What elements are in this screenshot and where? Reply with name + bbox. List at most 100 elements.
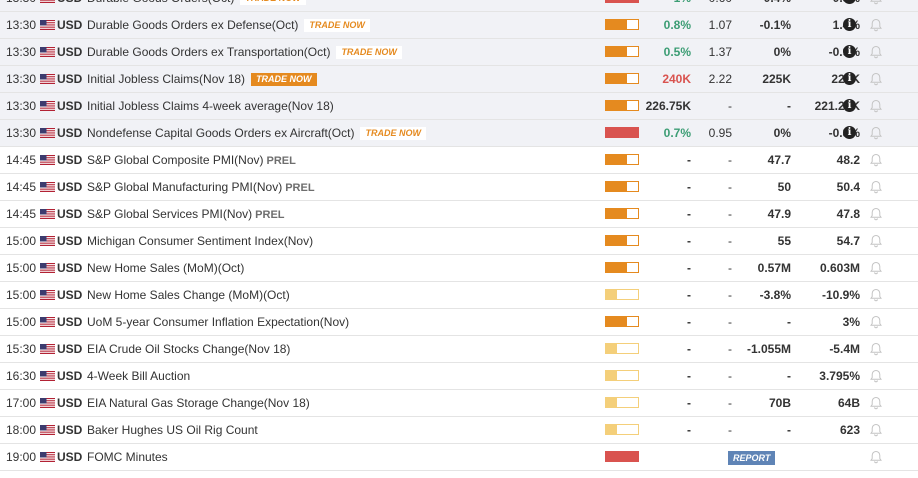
event-title[interactable]: Durable Goods Orders(Oct) <box>87 0 234 5</box>
event-consensus: 70B <box>768 396 791 410</box>
event-consensus: - <box>787 99 791 113</box>
trade-now-button[interactable]: TRADE NOW <box>304 19 370 32</box>
bell-icon[interactable] <box>869 234 883 248</box>
event-name[interactable]: Baker Hughes US Oil Rig Count <box>87 417 258 443</box>
event-title[interactable]: New Home Sales (MoM)(Oct) <box>87 261 244 275</box>
event-actual: - <box>687 180 691 194</box>
bell-icon[interactable] <box>869 315 883 329</box>
event-name[interactable]: UoM 5-year Consumer Inflation Expectatio… <box>87 309 349 335</box>
info-icon[interactable]: i <box>843 45 856 58</box>
event-row[interactable]: 16:30 USD 4-Week Bill Auction - - - 3.79… <box>0 363 918 390</box>
bell-icon[interactable] <box>869 396 883 410</box>
bell-icon[interactable] <box>869 450 883 464</box>
event-row[interactable]: 18:00 USD Baker Hughes US Oil Rig Count … <box>0 417 918 444</box>
event-row[interactable]: 14:45 USD S&P Global Manufacturing PMI(N… <box>0 174 918 201</box>
event-name[interactable]: Durable Goods Orders(Oct) TRADE NOW <box>87 0 306 11</box>
event-row[interactable]: 14:45 USD S&P Global Composite PMI(Nov) P… <box>0 147 918 174</box>
event-name[interactable]: Michigan Consumer Sentiment Index(Nov) <box>87 228 313 254</box>
bell-icon[interactable] <box>869 0 883 5</box>
event-name[interactable]: Initial Jobless Claims 4-week average(No… <box>87 93 334 119</box>
event-name[interactable]: 4-Week Bill Auction <box>87 363 190 389</box>
trade-now-button[interactable]: TRADE NOW <box>336 46 402 59</box>
event-title[interactable]: Baker Hughes US Oil Rig Count <box>87 423 258 437</box>
event-name[interactable]: New Home Sales Change (MoM)(Oct) <box>87 282 290 308</box>
event-title[interactable]: Initial Jobless Claims(Nov 18) <box>87 72 245 86</box>
event-row[interactable]: 13:30 USD Initial Jobless Claims(Nov 18)… <box>0 66 918 93</box>
event-name[interactable]: S&P Global Composite PMI(Nov) PREL <box>87 147 296 174</box>
bell-icon[interactable] <box>869 99 883 113</box>
event-title[interactable]: 4-Week Bill Auction <box>87 369 190 383</box>
info-icon[interactable]: i <box>843 99 856 112</box>
event-title[interactable]: S&P Global Services PMI(Nov) <box>87 207 252 221</box>
bell-icon[interactable] <box>869 261 883 275</box>
event-title[interactable]: UoM 5-year Consumer Inflation Expectatio… <box>87 315 349 329</box>
event-name[interactable]: S&P Global Services PMI(Nov) PREL <box>87 201 285 228</box>
bell-icon[interactable] <box>869 126 883 140</box>
event-row[interactable]: 13:30 USD Nondefense Capital Goods Order… <box>0 120 918 147</box>
event-title[interactable]: EIA Crude Oil Stocks Change(Nov 18) <box>87 342 290 356</box>
event-title[interactable]: New Home Sales Change (MoM)(Oct) <box>87 288 290 302</box>
event-name[interactable]: FOMC Minutes <box>87 444 168 470</box>
event-row[interactable]: 19:00 USD FOMC Minutes REPORT <box>0 444 918 471</box>
event-consensus: -0.1% <box>759 18 791 32</box>
event-row[interactable]: 14:45 USD S&P Global Services PMI(Nov) PR… <box>0 201 918 228</box>
us-flag-icon <box>40 398 55 408</box>
event-name[interactable]: S&P Global Manufacturing PMI(Nov) PREL <box>87 174 315 201</box>
event-row[interactable]: 15:00 USD UoM 5-year Consumer Inflation … <box>0 309 918 336</box>
event-row[interactable]: 15:00 USD New Home Sales (MoM)(Oct) - - … <box>0 255 918 282</box>
event-deviation: - <box>728 396 732 410</box>
event-previous: 3% <box>842 315 860 329</box>
event-name[interactable]: EIA Natural Gas Storage Change(Nov 18) <box>87 390 310 416</box>
event-row[interactable]: 15:30 USD EIA Crude Oil Stocks Change(No… <box>0 336 918 363</box>
bell-icon[interactable] <box>869 180 883 194</box>
event-name[interactable]: Durable Goods Orders ex Defense(Oct) TRAD… <box>87 12 370 38</box>
trade-now-button[interactable]: TRADE NOW <box>251 73 317 86</box>
report-button[interactable]: REPORT <box>728 451 776 465</box>
event-row[interactable]: 15:00 USD Michigan Consumer Sentiment In… <box>0 228 918 255</box>
event-row[interactable]: 13:30 USD Durable Goods Orders ex Transp… <box>0 39 918 66</box>
event-previous: -10.9% <box>821 288 860 302</box>
bell-icon[interactable] <box>869 342 883 356</box>
bell-icon[interactable] <box>869 72 883 86</box>
event-name[interactable]: Initial Jobless Claims(Nov 18) TRADE NOW <box>87 66 317 92</box>
event-name[interactable]: EIA Crude Oil Stocks Change(Nov 18) <box>87 336 290 362</box>
bell-icon[interactable] <box>869 18 883 32</box>
info-icon[interactable]: i <box>843 18 856 31</box>
event-row[interactable]: 13:30 USD Initial Jobless Claims 4-week … <box>0 93 918 120</box>
event-name[interactable]: Nondefense Capital Goods Orders ex Aircr… <box>87 120 426 146</box>
event-title[interactable]: EIA Natural Gas Storage Change(Nov 18) <box>87 396 310 410</box>
info-icon[interactable]: i <box>843 72 856 85</box>
event-deviation: - <box>728 261 732 275</box>
bell-icon[interactable] <box>869 153 883 167</box>
bell-icon[interactable] <box>869 45 883 59</box>
bell-icon[interactable] <box>869 423 883 437</box>
event-title[interactable]: FOMC Minutes <box>87 450 168 464</box>
trade-now-button[interactable]: TRADE NOW <box>240 0 306 5</box>
event-name[interactable]: New Home Sales (MoM)(Oct) <box>87 255 244 281</box>
event-row[interactable]: 15:00 USD New Home Sales Change (MoM)(Oc… <box>0 282 918 309</box>
bell-icon[interactable] <box>869 369 883 383</box>
bell-icon[interactable] <box>869 288 883 302</box>
us-flag-icon <box>40 263 55 273</box>
us-flag-icon <box>40 371 55 381</box>
event-title[interactable]: Initial Jobless Claims 4-week average(No… <box>87 99 334 113</box>
event-currency: USD <box>57 180 83 194</box>
event-title[interactable]: Durable Goods Orders ex Transportation(O… <box>87 45 330 59</box>
event-name[interactable]: Durable Goods Orders ex Transportation(O… <box>87 39 402 65</box>
event-actual: - <box>687 234 691 248</box>
event-title[interactable]: Durable Goods Orders ex Defense(Oct) <box>87 18 298 32</box>
event-currency: USD <box>57 396 83 410</box>
info-icon[interactable]: i <box>843 126 856 139</box>
event-currency: USD <box>57 0 82 11</box>
event-consensus: -3.8% <box>759 288 791 302</box>
event-title[interactable]: Michigan Consumer Sentiment Index(Nov) <box>87 234 313 248</box>
event-title[interactable]: S&P Global Composite PMI(Nov) <box>87 153 264 167</box>
event-row[interactable]: 13:30 USD Durable Goods Orders(Oct) TRADE… <box>0 0 918 12</box>
bell-icon[interactable] <box>869 207 883 221</box>
trade-now-button[interactable]: TRADE NOW <box>360 127 426 140</box>
event-title[interactable]: S&P Global Manufacturing PMI(Nov) <box>87 180 282 194</box>
event-title[interactable]: Nondefense Capital Goods Orders ex Aircr… <box>87 126 354 140</box>
event-row[interactable]: 13:30 USD Durable Goods Orders ex Defens… <box>0 12 918 39</box>
event-row[interactable]: 17:00 USD EIA Natural Gas Storage Change… <box>0 390 918 417</box>
event-actual: - <box>687 396 691 410</box>
